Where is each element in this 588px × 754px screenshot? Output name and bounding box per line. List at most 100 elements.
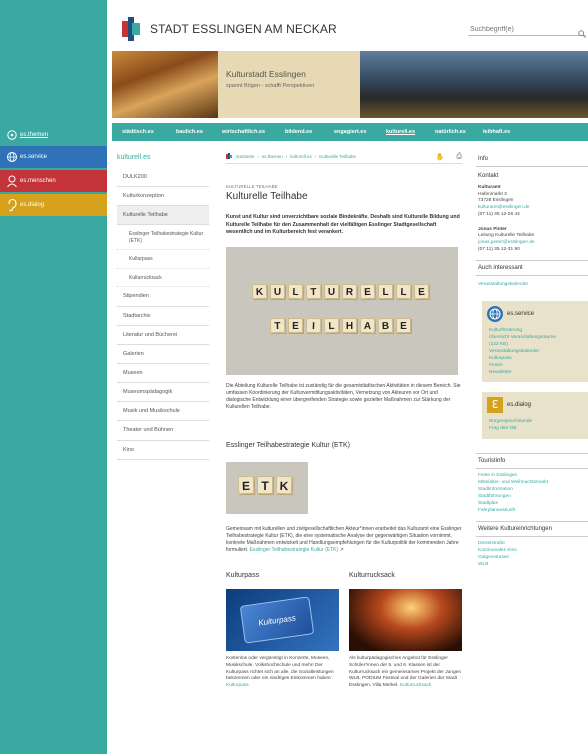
breadcrumb-item[interactable]: kulturell.es [290,154,312,159]
breadcrumb: startseite › es.themen › kulturell.es › Kultur… [226,152,462,164]
left-nav-item[interactable]: Kulturpass [117,250,209,269]
letter-tile: E [413,283,430,299]
service-links: Kulturförderung Übersicht Veranstaltungsr… [487,328,583,377]
external-link-icon: ↗ [338,547,344,554]
teilhabe-image: KULTURELLE TEILHABE [226,246,458,375]
breadcrumb-trail: startseite › es.themen › kulturell.es › Kultur… [236,154,356,159]
service-link[interactable]: (222 KB) [487,342,583,349]
print-icon[interactable]: ⎙ [456,153,462,161]
kulturpass-text: Kostenlos oder vergünstigt in Konzerte, … [226,656,339,691]
left-nav-item[interactable]: Kulturrucksack [117,269,209,288]
left-nav-item[interactable]: Esslinger Teilhabestrategie Kultur (ETK) [117,225,209,251]
kulturrucksack-teaser[interactable]: Kulturrucksack Als kulturpädagogisches A… [349,572,462,691]
letter-tile: E [359,283,376,299]
side-nav-es-service[interactable]: es.service [0,146,107,168]
service-link[interactable]: Übersicht Veranstaltungsräume [487,335,583,342]
search-icon[interactable] [578,25,586,38]
kulturpass-card: Kulturpass [239,595,315,644]
left-nav-item[interactable]: Stipendien [117,287,209,307]
top-nav-item[interactable]: kulturell.es [386,129,415,135]
kulturpass-heading: Kulturpass [226,571,260,579]
dialog-link[interactable]: Frag den OB [487,426,583,433]
weitere-link[interactable]: Kommunales Kino [476,548,588,555]
contact-line: (07 11) 35 12-31 90 [478,247,520,253]
main-content: startseite › es.themen › kulturell.es › Kultur… [226,152,462,690]
person-icon [6,174,18,188]
kulturrucksack-text: Als kulturpädagogisches Angebot für Essl… [349,656,462,691]
dialog-box-header: ℇ es.dialog [487,397,583,414]
touri-heading: Touristinfo [476,453,588,470]
left-nav-item[interactable]: Kulturkonzeption [117,187,209,207]
service-link[interactable]: Newsletter [487,370,583,377]
side-nav-es-themen[interactable]: es.themen [0,124,107,146]
service-link[interactable]: Veranstaltungskalender [487,349,583,356]
breadcrumb-separator: › [257,154,259,159]
top-nav-item[interactable]: leibhaft.es [483,129,510,135]
top-nav-item[interactable]: natürlich.es [435,129,466,135]
banner-title: Kulturstadt Esslingen [226,69,306,79]
left-nav: kulturell.es DULK200 Kulturkonzeption Kult… [117,154,209,460]
kulturpass-teaser[interactable]: Kulturpass Kulturpass Kostenlos oder ver… [226,572,339,691]
top-nav-item[interactable]: baulich.es [176,129,203,135]
left-nav-item[interactable]: Museumspädagogik [117,383,209,403]
kulturrucksack-link[interactable]: Kulturrucksack [400,683,431,688]
hero-banner: Kulturstadt Esslingen spannt Bögen - sch… [112,51,588,118]
etk-link[interactable]: Esslinger Teilhabestrategie Kultur (ETK) [250,547,339,553]
top-nav-item[interactable]: städtisch.es [122,129,154,135]
contact-line: Kulturamt [478,185,501,190]
tiles-row-kulturelle: KULTURELLE [251,283,430,299]
side-nav-label: es.menschen [20,178,56,184]
search-input[interactable] [468,23,586,36]
left-nav-item[interactable]: Galerien [117,345,209,364]
left-nav-item[interactable]: Literatur und Bücherei [117,326,209,345]
speech-bubble-icon [6,128,18,142]
article-paragraph-2: Gemeinsam mit kulturellen und zivilgesel… [226,526,462,555]
banner-subtitle: spannt Bögen - schafft Perspektiven [226,83,315,89]
letter-tile: E [396,317,411,333]
left-nav-item[interactable]: Musik und Musikschule [117,402,209,422]
auch-link[interactable]: Veranstaltungskalender [476,282,588,289]
home-icon[interactable] [226,153,232,160]
service-link[interactable]: Ferien [487,363,583,370]
city-logo[interactable] [122,17,140,41]
share-icon[interactable]: ✋ [436,153,445,161]
left-nav-item[interactable]: Kino [117,441,209,460]
left-nav-item[interactable]: DULK200 [117,168,209,188]
article-kicker: KULTURELLE TEILHABE [226,184,278,189]
breadcrumb-item[interactable]: es.themen [262,154,283,159]
service-link[interactable]: Kulturförderung [487,328,583,335]
letter-tile: K [251,283,268,299]
weitere-heading: Weitere Kultureinrichtungen [476,521,588,538]
kulturrucksack-heading: Kulturrucksack [349,571,395,579]
auch-heading: Auch interessant [476,259,588,276]
left-nav-item[interactable]: Kulturelle Teilhabe [117,206,209,226]
page: STADT ESSLINGEN AM NECKAR Kulturstadt Es… [0,0,588,754]
service-link[interactable]: Kulturpass [487,356,583,363]
breadcrumb-item[interactable]: startseite [236,154,254,159]
side-nav-es-dialog[interactable]: es.dialog [0,194,107,216]
top-nav-item[interactable]: bildend.es [285,129,312,135]
kulturpass-card-label: Kulturpass [257,612,297,627]
letter-tile: L [323,317,340,333]
contact-kulturamt: Kulturamt Hafenmarkt 3 73728 Esslingen kult… [476,185,588,219]
left-nav-item[interactable]: Theater und Bühnen [117,421,209,441]
weitere-link[interactable]: Dieselstraße [476,541,588,548]
left-nav-heading[interactable]: kulturell.es [117,154,209,168]
weitere-link[interactable]: WLB [476,562,588,569]
dialog-box: ℇ es.dialog Bürgersprechstunde Frag den O… [482,392,588,440]
letter-tile: H [342,317,357,333]
letter-tile: U [324,283,339,299]
site-title[interactable]: STADT ESSLINGEN AM NECKAR [150,22,337,36]
left-nav-item[interactable]: Stadtarchiv [117,307,209,326]
article-paragraph-1: Die Abteilung Kulturelle Teilhabe ist zu… [226,382,461,411]
left-nav-item[interactable]: Museen [117,364,209,384]
breadcrumb-item[interactable]: Kulturelle Teilhabe [319,154,356,159]
side-nav-es-menschen[interactable]: es.menschen [0,170,107,192]
top-nav-item[interactable]: engagiert.es [334,129,366,135]
kulturpass-desc: Kostenlos oder vergünstigt in Konzerte, … [226,655,334,682]
weitere-link[interactable]: Galgenstrasse [476,555,588,562]
kulturpass-link[interactable]: Kulturpass [226,683,249,688]
top-nav-item[interactable]: wirtschaftlich.es [222,129,265,135]
tiles-row-etk: ETK [237,475,293,494]
touri-link[interactable]: Fahrplanauskunft [476,508,588,515]
